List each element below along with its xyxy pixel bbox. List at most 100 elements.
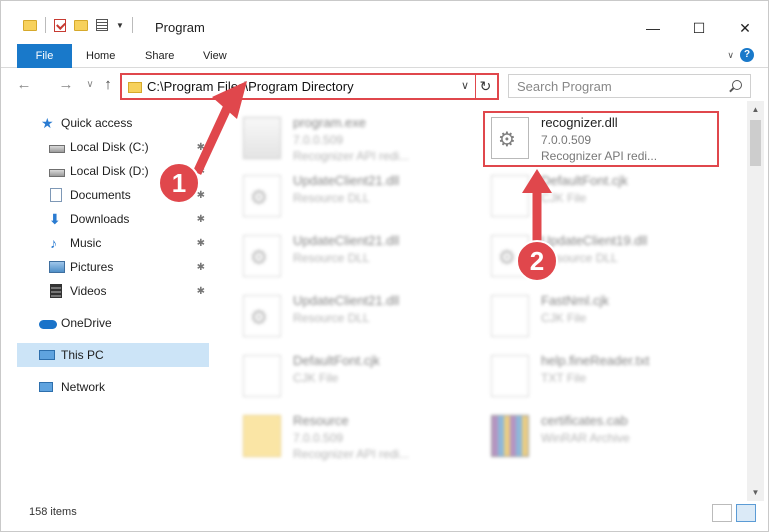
- network-icon: [39, 382, 53, 392]
- tab-share[interactable]: Share: [145, 44, 174, 68]
- sidebar-item-pictures[interactable]: Pictures ✱: [17, 255, 209, 279]
- tab-home[interactable]: Home: [86, 44, 115, 68]
- new-folder-icon[interactable]: [74, 19, 88, 31]
- file-list: program.exe 7.0.0.509 Recognizer API red…: [213, 101, 745, 501]
- pin-icon[interactable]: ✱: [197, 262, 205, 273]
- file-tile[interactable]: FastNml.cjk CJK File: [483, 287, 723, 345]
- ribbon-help-area: ∨ ?: [727, 48, 754, 62]
- file-meta: CJK File: [293, 371, 339, 385]
- dll-icon: [243, 175, 281, 217]
- customize-toolbar-chevron-icon[interactable]: ▼: [116, 21, 124, 30]
- maximize-button[interactable]: ☐: [676, 13, 722, 43]
- file-tile[interactable]: UpdateClient21.dll Resource DLL: [235, 167, 475, 225]
- sidebar-item-downloads[interactable]: ⬇ Downloads ✱: [17, 207, 209, 231]
- file-tile[interactable]: UpdateClient21.dll Resource DLL: [235, 287, 475, 345]
- file-meta: Resource DLL: [293, 191, 370, 205]
- file-meta: 7.0.0.509: [293, 431, 344, 445]
- file-name: Resource: [293, 413, 349, 428]
- sidebar-item-quick-access[interactable]: ★ Quick access: [17, 111, 209, 135]
- scroll-up-arrow-icon[interactable]: ▲: [747, 101, 764, 118]
- file-meta: TXT File: [541, 371, 587, 385]
- file-tile[interactable]: DefaultFont.cjk CJK File: [483, 167, 723, 225]
- file-meta: WinRAR Archive: [541, 431, 630, 445]
- up-arrow-icon[interactable]: ↑: [99, 76, 117, 94]
- documents-icon: [50, 188, 62, 202]
- ribbon-tabs: File Home Share View ∨ ?: [1, 44, 768, 68]
- address-history-chevron-icon[interactable]: ∨: [461, 79, 469, 92]
- file-tile[interactable]: certificates.cab WinRAR Archive: [483, 407, 723, 465]
- help-icon[interactable]: ?: [740, 48, 754, 62]
- pin-icon[interactable]: ✱: [197, 238, 205, 249]
- file-name: UpdateClient21.dll: [293, 233, 400, 248]
- step-number-2: 2: [529, 246, 545, 276]
- quick-access-toolbar: ▼: [23, 17, 133, 33]
- forward-arrow-icon[interactable]: →: [57, 76, 75, 94]
- search-icon[interactable]: [732, 80, 742, 90]
- exe-icon: [243, 117, 281, 159]
- tab-file[interactable]: File: [17, 44, 72, 68]
- scroll-down-arrow-icon[interactable]: ▼: [747, 484, 764, 501]
- file-meta: 7.0.0.509: [293, 133, 344, 147]
- folder-icon: [243, 415, 281, 457]
- recent-locations-chevron-icon[interactable]: ∨: [81, 76, 99, 94]
- tab-view[interactable]: View: [203, 44, 227, 68]
- search-placeholder: Search Program: [517, 79, 612, 94]
- sidebar-item-videos[interactable]: Videos ✱: [17, 279, 209, 303]
- expand-ribbon-chevron-icon[interactable]: ∨: [727, 50, 734, 61]
- item-count: 158 items: [29, 506, 77, 518]
- refresh-icon[interactable]: ↻: [475, 75, 495, 98]
- sidebar-item-label: Quick access: [61, 116, 133, 130]
- pin-icon[interactable]: ✱: [197, 214, 205, 225]
- properties-check-icon[interactable]: [54, 18, 66, 32]
- document-icon: [243, 355, 281, 397]
- details-view-icon[interactable]: [712, 504, 732, 522]
- sidebar-item-local-disk-c[interactable]: Local Disk (C:) ✱: [17, 135, 209, 159]
- vertical-scrollbar[interactable]: ▲ ▼: [747, 101, 764, 501]
- tiles-view-icon[interactable]: [736, 504, 756, 522]
- back-arrow-icon[interactable]: ←: [15, 76, 33, 94]
- step-number-1: 1: [171, 168, 187, 198]
- sidebar-item-music[interactable]: ♪ Music ✱: [17, 231, 209, 255]
- dll-icon: [243, 235, 281, 277]
- sidebar-item-label: Pictures: [70, 260, 114, 274]
- pin-icon[interactable]: ✱: [197, 142, 205, 153]
- file-meta: Resource DLL: [293, 251, 370, 265]
- address-path[interactable]: C:\Program Files\Program Directory: [147, 79, 354, 94]
- scroll-thumb[interactable]: [750, 120, 761, 166]
- file-name: help.fineReader.txt: [541, 353, 650, 368]
- pin-icon[interactable]: ✱: [197, 286, 205, 297]
- file-name: program.exe: [293, 115, 366, 130]
- sidebar-item-network[interactable]: Network: [17, 375, 209, 399]
- star-icon: ★: [41, 115, 54, 131]
- properties-icon[interactable]: [96, 19, 108, 31]
- videos-icon: [50, 284, 62, 298]
- file-tile-recognizer-dll[interactable]: recognizer.dll 7.0.0.509 Recognizer API …: [483, 109, 723, 167]
- sidebar-item-label: This PC: [61, 348, 104, 362]
- sidebar-item-label: Network: [61, 380, 106, 394]
- address-bar[interactable]: C:\Program Files\Program Directory ∨ ↻: [120, 73, 499, 100]
- window-controls: — ☐ ✕: [630, 13, 768, 43]
- toolbar-divider: [45, 17, 46, 33]
- file-tile[interactable]: UpdateClient21.dll Resource DLL: [235, 227, 475, 285]
- document-icon: [491, 355, 529, 397]
- file-name: FastNml.cjk: [541, 293, 609, 308]
- title-bar: ▼ Program — ☐ ✕: [1, 1, 768, 41]
- sidebar-item-this-pc[interactable]: This PC: [17, 343, 209, 367]
- file-tile[interactable]: Resource 7.0.0.509 Recognizer API redi..…: [235, 407, 475, 465]
- file-meta: Recognizer API redi...: [541, 149, 658, 163]
- sidebar-item-onedrive[interactable]: OneDrive: [17, 311, 209, 335]
- file-explorer-window: ▼ Program — ☐ ✕ File Home Share View ∨ ?…: [0, 0, 769, 532]
- close-button[interactable]: ✕: [722, 13, 768, 43]
- minimize-button[interactable]: —: [630, 13, 676, 43]
- toolbar-divider: [131, 17, 133, 33]
- search-input[interactable]: Search Program: [508, 74, 751, 98]
- file-meta: Resource DLL: [293, 311, 370, 325]
- file-tile[interactable]: DefaultFont.cjk CJK File: [235, 347, 475, 405]
- file-meta: 7.0.0.509: [541, 133, 592, 147]
- file-tile[interactable]: program.exe 7.0.0.509 Recognizer API red…: [235, 109, 475, 167]
- cloud-icon: [39, 320, 57, 329]
- sidebar-item-label: Music: [70, 236, 102, 250]
- archive-icon: [491, 415, 529, 457]
- file-tile[interactable]: help.fineReader.txt TXT File: [483, 347, 723, 405]
- navigation-bar: ← → ∨ ↑ C:\Program Files\Program Directo…: [1, 71, 768, 101]
